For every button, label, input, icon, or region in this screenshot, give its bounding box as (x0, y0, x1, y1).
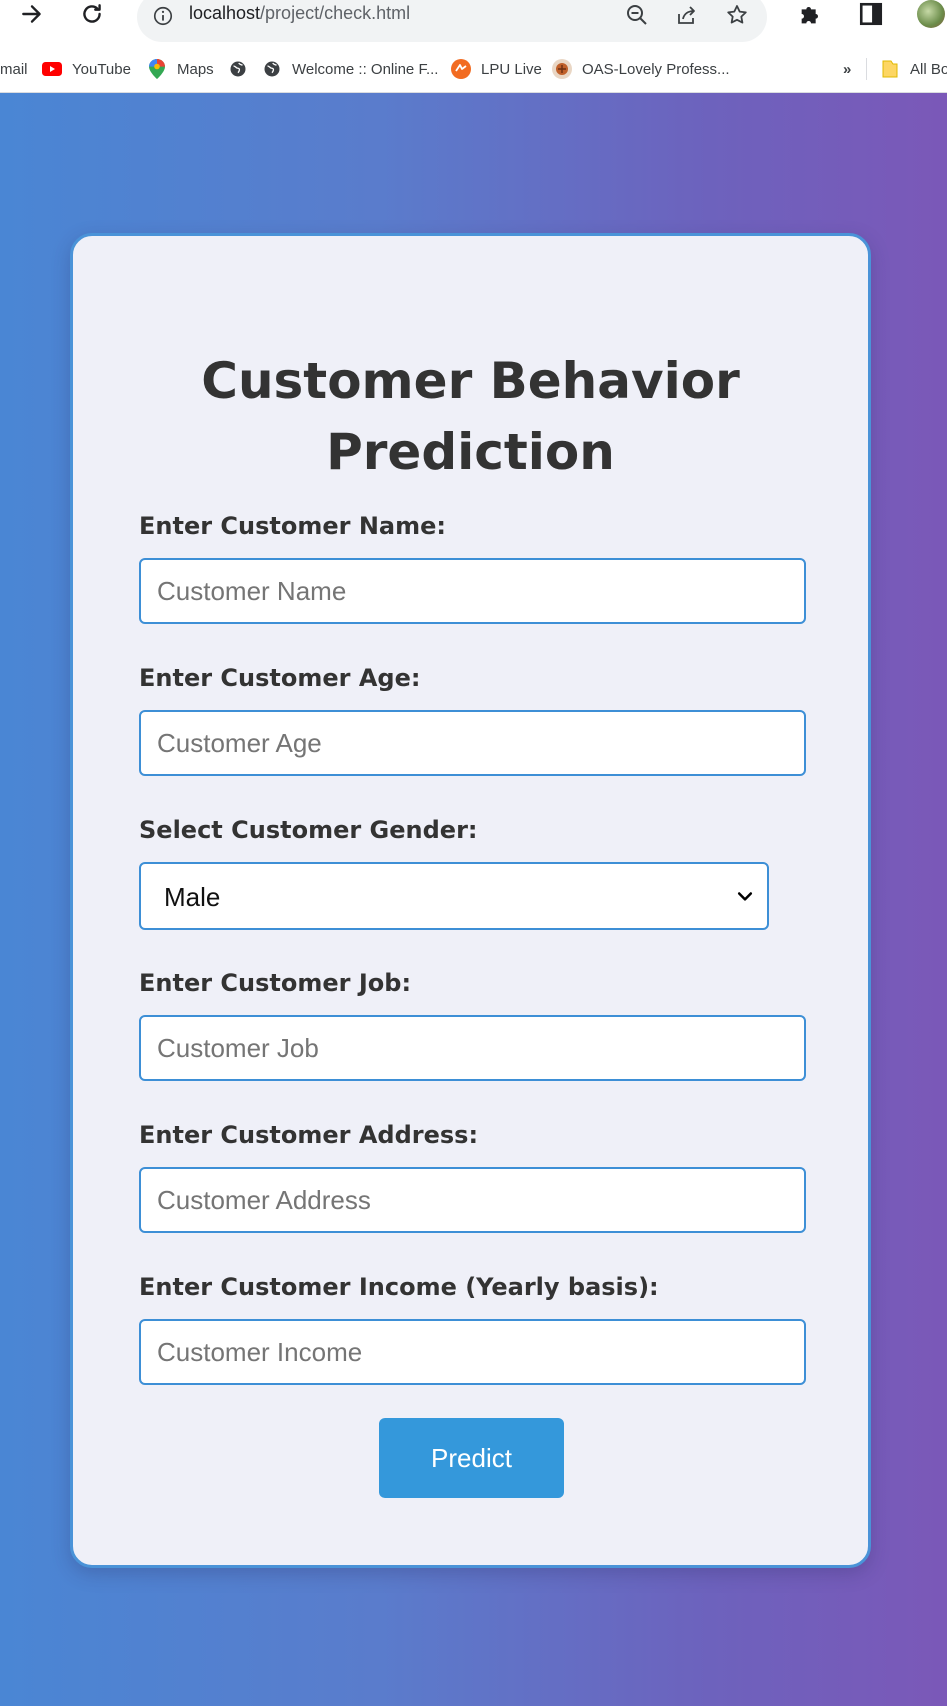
bookmark-label: Maps (177, 60, 214, 78)
reload-button[interactable] (76, 0, 108, 28)
customer-job-input[interactable] (139, 1015, 806, 1081)
gender-selected-value: Male (164, 882, 221, 912)
income-label: Enter Customer Income (Yearly basis): (139, 1273, 659, 1301)
bookmark-label: mail (0, 60, 28, 78)
bookmark-star-icon[interactable] (724, 2, 750, 28)
bookmark-welcome-online[interactable]: Welcome :: Online F... (262, 58, 438, 80)
globe-icon (262, 59, 282, 79)
bookmark-label: YouTube (72, 60, 131, 78)
bookmark-lpu-live[interactable]: LPU Live (451, 58, 542, 80)
oas-icon (552, 59, 572, 79)
extensions-button[interactable] (796, 0, 826, 28)
more-bookmarks-label: » (843, 60, 852, 78)
bookmarks-bar: mail YouTube Maps Welcome :: Online F...… (0, 46, 947, 93)
bookmark-globe[interactable] (228, 58, 258, 80)
bookmark-label: LPU Live (481, 60, 542, 78)
age-label: Enter Customer Age: (139, 664, 421, 692)
browser-toolbar: localhost/project/check.html (0, 0, 947, 46)
customer-address-input[interactable] (139, 1167, 806, 1233)
page-background: Customer Behavior Prediction Enter Custo… (0, 93, 947, 1706)
more-bookmarks-button[interactable]: » (843, 58, 851, 80)
profile-avatar[interactable] (917, 0, 945, 28)
address-bar[interactable]: localhost/project/check.html (137, 0, 767, 42)
prediction-form-card: Customer Behavior Prediction Enter Custo… (70, 233, 871, 1568)
zoom-out-icon[interactable] (624, 2, 650, 28)
bookmark-label: Welcome :: Online F... (292, 60, 439, 78)
predict-button[interactable]: Predict (379, 1418, 564, 1498)
url-text[interactable]: localhost/project/check.html (189, 3, 410, 24)
customer-gender-select[interactable]: Male (139, 862, 769, 930)
bookmark-label: OAS-Lovely Profess... (582, 60, 730, 78)
share-icon[interactable] (674, 2, 700, 28)
bookmark-gmail[interactable]: mail (0, 58, 28, 80)
all-bookmarks-button[interactable]: All Bo (880, 58, 947, 80)
maps-icon (147, 59, 167, 79)
bookmark-youtube[interactable]: YouTube (42, 58, 131, 80)
page-title: Customer Behavior Prediction (201, 352, 740, 481)
all-bookmarks-label: All Bo (910, 60, 947, 78)
customer-age-input[interactable] (139, 710, 806, 776)
forward-button[interactable] (16, 0, 48, 28)
bookmark-maps[interactable]: Maps (147, 58, 214, 80)
customer-name-input[interactable] (139, 558, 806, 624)
side-panel-button[interactable] (856, 0, 886, 28)
arrow-right-icon (22, 5, 41, 23)
side-panel-icon (859, 2, 883, 26)
globe-icon (228, 59, 248, 79)
customer-income-input[interactable] (139, 1319, 806, 1385)
bookmarks-divider (866, 58, 867, 80)
puzzle-icon (801, 7, 818, 24)
job-label: Enter Customer Job: (139, 969, 412, 997)
folder-icon (880, 59, 900, 79)
chevron-down-icon (733, 884, 757, 908)
gender-label: Select Customer Gender: (139, 816, 478, 844)
lpu-live-icon (451, 59, 471, 79)
site-info-icon[interactable] (151, 4, 175, 28)
youtube-icon (42, 59, 62, 79)
name-label: Enter Customer Name: (139, 512, 447, 540)
url-path: /project/check.html (260, 3, 411, 23)
address-label: Enter Customer Address: (139, 1121, 479, 1149)
bookmark-oas[interactable]: OAS-Lovely Profess... (552, 58, 730, 80)
reload-icon (83, 4, 101, 23)
url-host: localhost (189, 3, 261, 23)
